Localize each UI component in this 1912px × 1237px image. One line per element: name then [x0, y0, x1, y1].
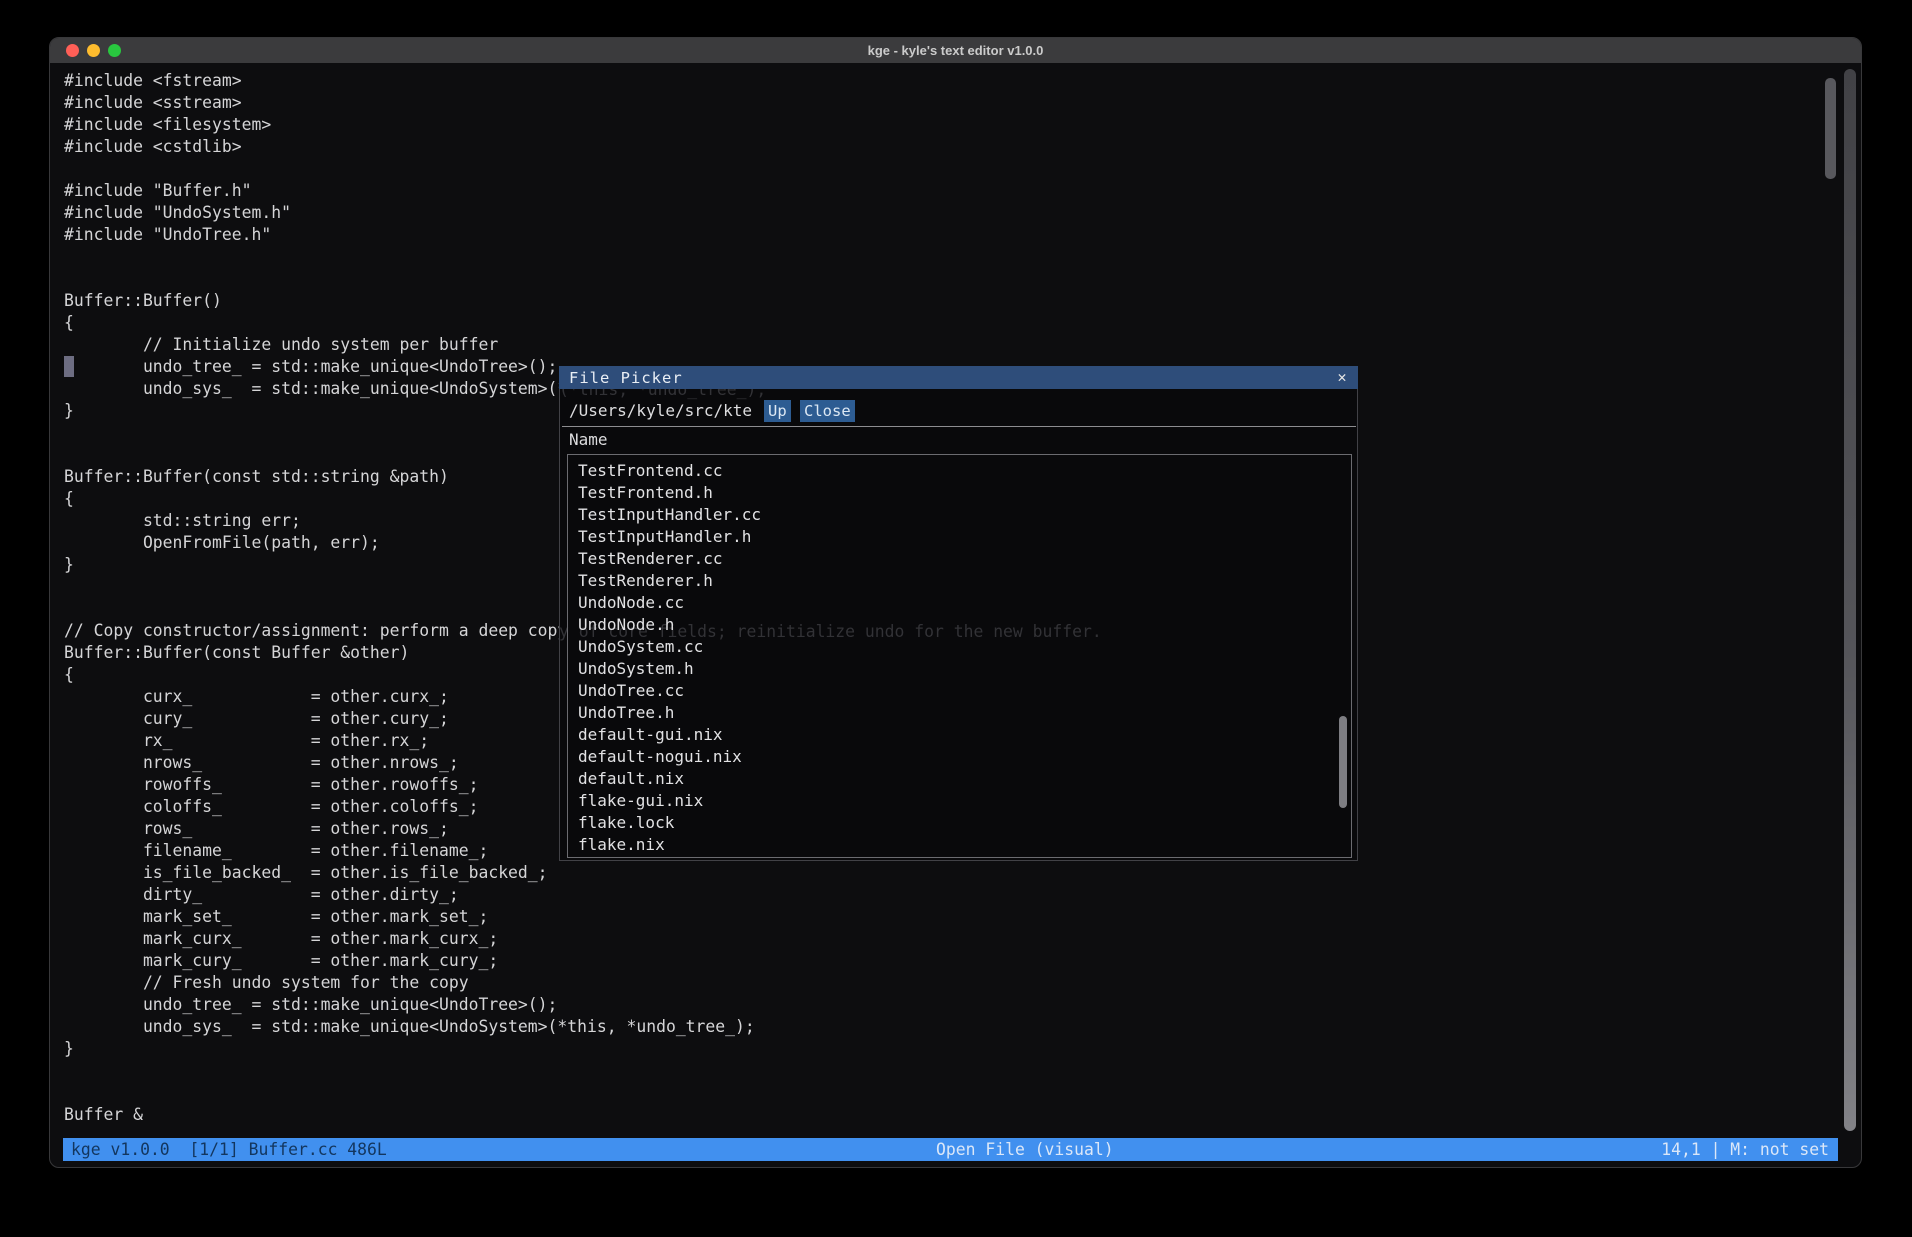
code-line[interactable]: mark_curx_ = other.mark_curx_; — [64, 928, 1824, 950]
code-line[interactable]: // Fresh undo system for the copy — [64, 972, 1824, 994]
file-picker-dialog: (*this, *undo_tree_); y of core fields; … — [559, 366, 1358, 861]
file-list-scrollbar-thumb[interactable] — [1339, 716, 1347, 808]
code-line[interactable]: #include <sstream> — [64, 92, 1824, 114]
status-file-info: kge v1.0.0 [1/1] Buffer.cc 486L — [71, 1138, 387, 1161]
file-list-item[interactable]: TestRenderer.h — [568, 570, 1351, 592]
code-line[interactable]: #include <fstream> — [64, 70, 1824, 92]
file-list-item[interactable]: TestFrontend.cc — [568, 460, 1351, 482]
file-list-item[interactable]: TestInputHandler.h — [568, 526, 1351, 548]
code-line[interactable] — [64, 1082, 1824, 1104]
file-list-item[interactable]: TestFrontend.h — [568, 482, 1351, 504]
file-list-item[interactable]: flake.lock — [568, 812, 1351, 834]
up-button[interactable]: Up — [764, 400, 791, 422]
file-list-item[interactable]: default.nix — [568, 768, 1351, 790]
separator — [562, 426, 1356, 427]
file-list-item[interactable]: TestRenderer.cc — [568, 548, 1351, 570]
file-list-item[interactable]: flake-gui.nix — [568, 790, 1351, 812]
window-titlebar: kge - kyle's text editor v1.0.0 — [50, 38, 1861, 63]
code-line[interactable]: undo_sys_ = std::make_unique<UndoSystem>… — [64, 1016, 1824, 1038]
status-cursor-info: 14,1 | M: not set — [1661, 1138, 1829, 1161]
file-list-item[interactable]: UndoTree.h — [568, 702, 1351, 724]
text-cursor — [64, 356, 74, 377]
code-line[interactable] — [64, 246, 1824, 268]
code-line[interactable] — [64, 1060, 1824, 1082]
status-mode: Open File (visual) — [936, 1138, 1114, 1161]
file-list-item[interactable]: UndoNode.h — [568, 614, 1351, 636]
code-line[interactable]: is_file_backed_ = other.is_file_backed_; — [64, 862, 1824, 884]
file-list-item[interactable]: default-nogui.nix — [568, 746, 1351, 768]
code-line[interactable]: #include <filesystem> — [64, 114, 1824, 136]
code-line[interactable]: mark_set_ = other.mark_set_; — [64, 906, 1824, 928]
file-list-item[interactable]: UndoNode.cc — [568, 592, 1351, 614]
code-line[interactable]: undo_tree_ = std::make_unique<UndoTree>(… — [64, 994, 1824, 1016]
desktop: kge - kyle's text editor v1.0.0 #include… — [0, 0, 1912, 1237]
code-line[interactable]: Buffer::Buffer() — [64, 290, 1824, 312]
dialog-titlebar: File Picker ✕ — [559, 366, 1358, 389]
code-line[interactable]: #include "Buffer.h" — [64, 180, 1824, 202]
current-path: /Users/kyle/src/kte — [569, 400, 752, 422]
path-row: /Users/kyle/src/kte Up Close — [560, 400, 1357, 422]
editor-scrollbar-thumb[interactable] — [1825, 78, 1836, 179]
file-list-item[interactable]: flake.nix — [568, 834, 1351, 856]
file-list-item[interactable]: UndoTree.cc — [568, 680, 1351, 702]
window-title: kge - kyle's text editor v1.0.0 — [50, 43, 1861, 58]
file-list-item[interactable]: TestInputHandler.cc — [568, 504, 1351, 526]
code-line[interactable] — [64, 158, 1824, 180]
code-line[interactable]: Buffer & — [64, 1104, 1824, 1126]
code-line[interactable]: dirty_ = other.dirty_; — [64, 884, 1824, 906]
dialog-title: File Picker — [559, 369, 683, 387]
name-column-header: Name — [569, 429, 608, 451]
file-list-item[interactable]: UndoSystem.h — [568, 658, 1351, 680]
file-list-item[interactable]: default-gui.nix — [568, 724, 1351, 746]
code-line[interactable]: } — [64, 1038, 1824, 1060]
close-icon[interactable]: ✕ — [1332, 367, 1352, 387]
code-line[interactable]: #include <cstdlib> — [64, 136, 1824, 158]
app-window: kge - kyle's text editor v1.0.0 #include… — [49, 37, 1862, 1168]
code-line[interactable]: // Initialize undo system per buffer — [64, 334, 1824, 356]
code-line[interactable]: #include "UndoTree.h" — [64, 224, 1824, 246]
file-list: TestFrontend.ccTestFrontend.hTestInputHa… — [567, 454, 1352, 858]
status-bar: kge v1.0.0 [1/1] Buffer.cc 486L Open Fil… — [63, 1138, 1838, 1161]
file-list-item[interactable]: UndoSystem.cc — [568, 636, 1351, 658]
code-line[interactable]: { — [64, 312, 1824, 334]
code-line[interactable]: #include "UndoSystem.h" — [64, 202, 1824, 224]
code-line[interactable]: mark_cury_ = other.mark_cury_; — [64, 950, 1824, 972]
editor-scrollbar-track[interactable] — [1844, 69, 1856, 1131]
code-line[interactable] — [64, 268, 1824, 290]
close-button[interactable]: Close — [800, 400, 855, 422]
